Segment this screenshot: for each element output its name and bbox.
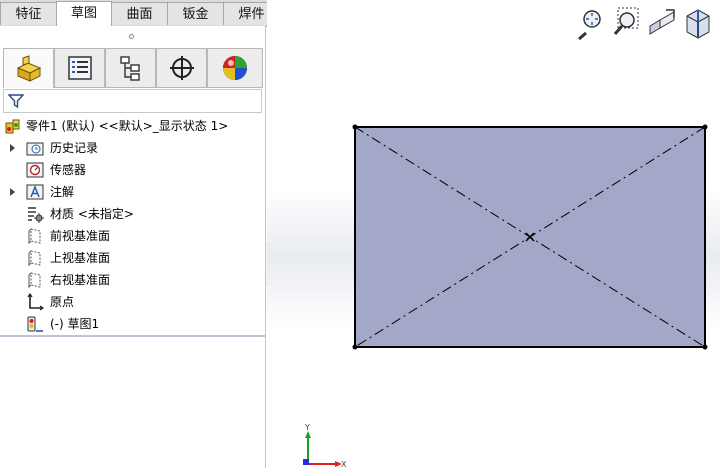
- part-icon: [5, 119, 20, 134]
- panel-grip[interactable]: [129, 34, 134, 39]
- manager-tabs: [0, 48, 266, 88]
- tree-item-label: 注解: [50, 185, 75, 199]
- tree-item-label: 前视基准面: [50, 229, 111, 243]
- tree-filter[interactable]: [3, 89, 262, 113]
- tab-sketch[interactable]: 草图: [56, 1, 112, 26]
- tree-root[interactable]: 零件1 (默认) <<默认>_显示状态 1>: [0, 115, 266, 137]
- configurationmanager-icon: [119, 56, 140, 81]
- tree-item-label: (-) 草图1: [50, 317, 100, 331]
- tree-item-label: 原点: [50, 295, 75, 309]
- plane-icon: [28, 272, 41, 289]
- annotation-icon: [26, 184, 44, 200]
- expand-arrow-icon[interactable]: [10, 144, 15, 152]
- tree-item-label: 右视基准面: [50, 273, 111, 287]
- propertymanager-icon: [67, 56, 92, 80]
- triad-x-label: X: [341, 460, 347, 468]
- tree-item-top-plane[interactable]: 上视基准面: [0, 247, 266, 269]
- sketch-point[interactable]: [352, 344, 358, 350]
- plane-icon: [28, 228, 41, 245]
- sketch-point[interactable]: [702, 124, 708, 130]
- tab-sheet-metal[interactable]: 钣金: [167, 2, 224, 25]
- tab-dimxpert[interactable]: [156, 48, 207, 88]
- tree-item-right-plane[interactable]: 右视基准面: [0, 269, 266, 291]
- tab-featuremanager[interactable]: [3, 48, 54, 88]
- tree-root-label: 零件1 (默认) <<默认>_显示状态 1>: [26, 119, 229, 133]
- expand-arrow-icon[interactable]: [10, 188, 15, 196]
- tree-item-label: 上视基准面: [50, 251, 111, 265]
- tab-configurationmanager[interactable]: [105, 48, 156, 88]
- tree-item-history[interactable]: 历史记录: [0, 137, 266, 159]
- history-folder-icon: [26, 142, 44, 156]
- left-panel: 零件1 (默认) <<默认>_显示状态 1> 历史记录 传感器 注解 材质 <未…: [0, 26, 266, 468]
- sketch-point[interactable]: [702, 344, 708, 350]
- featuremanager-icon: [16, 54, 41, 82]
- tree-item-label: 历史记录: [50, 141, 99, 155]
- triad-y-label: Y: [304, 423, 310, 432]
- sensor-icon: [26, 162, 44, 178]
- tab-features[interactable]: 特征: [0, 2, 57, 25]
- tree-item-front-plane[interactable]: 前视基准面: [0, 225, 266, 247]
- tree-divider: [0, 335, 266, 337]
- tree-item-label: 传感器: [50, 163, 87, 177]
- sketch-icon: [27, 316, 43, 332]
- plane-icon: [28, 250, 41, 267]
- tab-propertymanager[interactable]: [54, 48, 105, 88]
- tree-item-sketch1[interactable]: (-) 草图1: [0, 313, 266, 335]
- tree-item-origin[interactable]: 原点: [0, 291, 266, 313]
- tree-item-annotations[interactable]: 注解: [0, 181, 266, 203]
- filter-icon: [8, 94, 24, 109]
- material-icon: [28, 207, 44, 223]
- sketch-canvas: Y X: [303, 124, 708, 468]
- tree-item-material[interactable]: 材质 <未指定>: [0, 203, 266, 225]
- reference-triad: Y X: [303, 423, 347, 468]
- tree-item-sensors[interactable]: 传感器: [0, 159, 266, 181]
- origin-icon: [27, 293, 44, 311]
- dimxpert-icon: [169, 56, 194, 80]
- tab-display-manager[interactable]: [207, 48, 263, 88]
- tree-item-label: 材质 <未指定>: [50, 207, 134, 221]
- sketch-point[interactable]: [352, 124, 358, 130]
- display-manager-icon: [223, 56, 247, 80]
- graphics-area[interactable]: Y X: [267, 0, 720, 468]
- tab-surfaces[interactable]: 曲面: [111, 2, 168, 25]
